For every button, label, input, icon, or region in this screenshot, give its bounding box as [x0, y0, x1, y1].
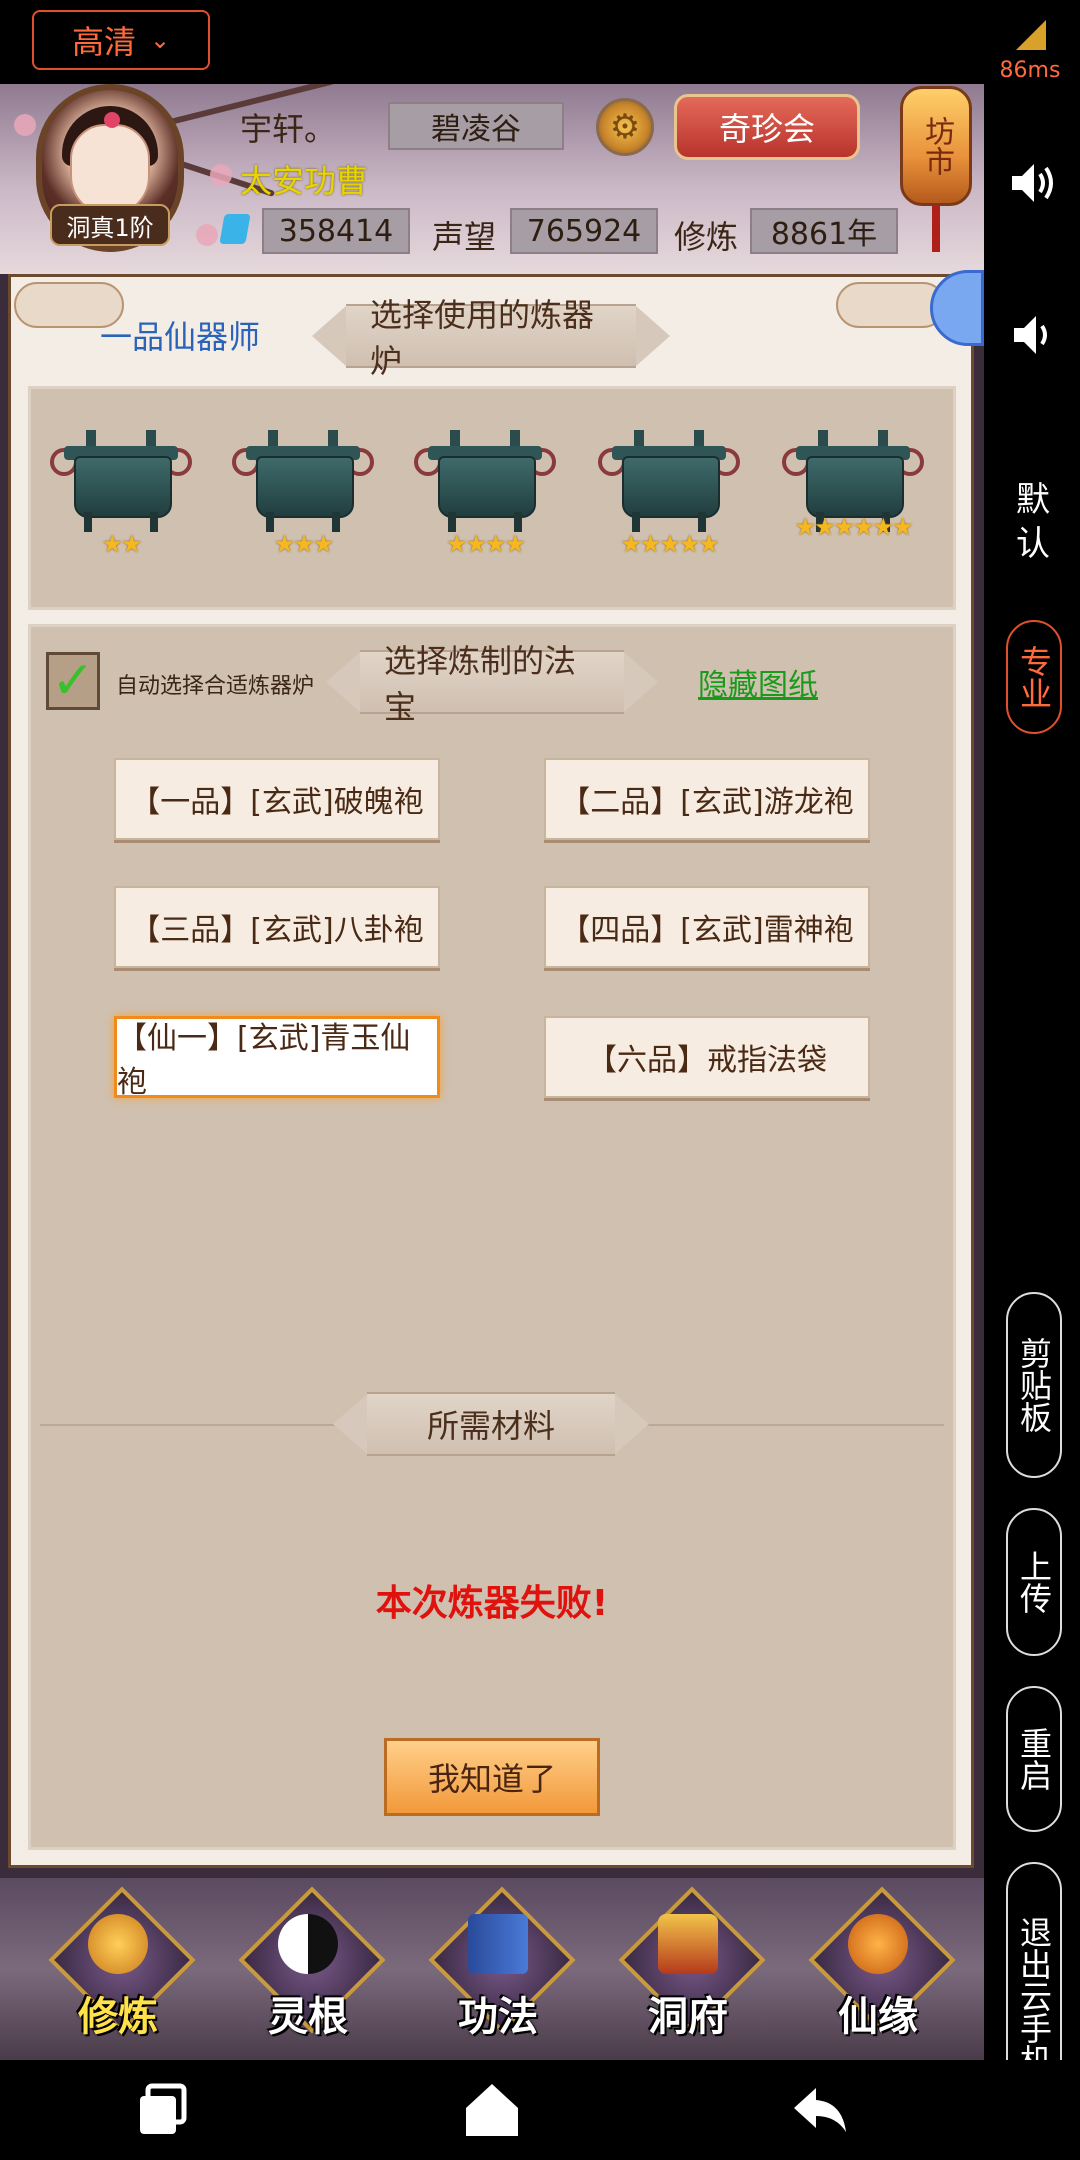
- recipe-button-4[interactable]: 【四品】[玄武]雷神袍: [544, 886, 870, 968]
- furnace-body: [806, 456, 904, 518]
- nav-label: 灵根: [268, 1994, 348, 2040]
- furnace-stars: ★★★★: [445, 530, 526, 558]
- blossom-decoration: [196, 224, 218, 246]
- nav-spirit-root-button[interactable]: 灵根: [238, 1886, 386, 2040]
- player-name: 宇轩。: [240, 110, 337, 148]
- game-bottom-nav: 修炼 灵根 功法 洞府 仙缘: [0, 1878, 984, 2060]
- volume-up-icon[interactable]: [1006, 156, 1060, 210]
- furnace-leg: [266, 512, 274, 532]
- nav-label: 仙缘: [838, 1994, 918, 2040]
- location-label: 碧凌谷: [388, 102, 564, 150]
- furnace-leg: [84, 512, 92, 532]
- mode-pro-button[interactable]: 专业: [1006, 620, 1062, 734]
- furnace-leg: [150, 512, 158, 532]
- nav-label: 修炼: [78, 1994, 158, 2040]
- furnace-leg: [332, 512, 340, 532]
- recipe-button-1[interactable]: 【一品】[玄武]破魄袍: [114, 758, 440, 840]
- furnace-body: [256, 456, 354, 518]
- recipe-title-text: 选择炼制的法宝: [360, 642, 624, 726]
- furnace-leg: [698, 512, 706, 532]
- settings-gear-icon[interactable]: ⚙: [596, 98, 654, 156]
- furnace-stars: ★★★: [273, 530, 335, 558]
- furnace-1[interactable]: ★★: [50, 426, 192, 566]
- materials-title-text: 所需材料: [366, 1392, 615, 1456]
- player-title: 太安功曹: [240, 162, 369, 200]
- back-icon[interactable]: [790, 2080, 850, 2140]
- nav-cave-button[interactable]: 洞府: [618, 1886, 766, 2040]
- blossom-decoration: [14, 114, 36, 136]
- nav-techniques-button[interactable]: 功法: [428, 1886, 576, 2040]
- nav-label: 功法: [458, 1994, 538, 2040]
- acknowledge-button[interactable]: 我知道了: [384, 1738, 600, 1816]
- auto-select-checkbox[interactable]: ✓: [46, 651, 100, 711]
- quality-label: 高清: [71, 23, 136, 61]
- recipe-button-6[interactable]: 【六品】戒指法袋: [544, 1016, 870, 1098]
- nav-label: 洞府: [648, 1994, 728, 2040]
- rank-badge: 洞真1阶: [50, 204, 170, 246]
- furnace-body: [74, 456, 172, 518]
- lantern-tassel: [932, 206, 940, 252]
- furnace-body: [438, 456, 536, 518]
- avatar-jewel: [104, 112, 120, 128]
- avatar-face: [70, 124, 150, 216]
- furnace-2[interactable]: ★★★: [232, 426, 374, 566]
- player-header: 洞真1阶 宇轩。 太安功曹 碧凌谷 ⚙ 奇珍会 坊市 358414 声望 765…: [0, 84, 984, 274]
- chevron-right-ornament: [636, 306, 670, 366]
- furnace-stars: ★★★★★★: [794, 513, 913, 541]
- reputation-value: 765924: [510, 208, 658, 254]
- auto-select-label: 自动选择合适炼器炉: [116, 674, 315, 699]
- blossom-decoration: [210, 164, 232, 186]
- furnace-title-text: 选择使用的炼器炉: [346, 296, 636, 380]
- furnace-section-title: 选择使用的炼器炉: [312, 296, 670, 380]
- chevron-left-ornament: [332, 1394, 367, 1454]
- hide-blueprints-link[interactable]: 隐藏图纸: [698, 660, 818, 704]
- spirit-stone-icon: [219, 214, 251, 244]
- upload-button[interactable]: 上传: [1006, 1508, 1062, 1656]
- clipboard-button[interactable]: 剪贴板: [1006, 1292, 1062, 1478]
- mode-default-button[interactable]: 默认: [1003, 478, 1063, 566]
- cultivation-years: 8861年: [750, 208, 898, 254]
- recent-apps-icon[interactable]: [134, 2080, 194, 2140]
- spirit-stone-count: 358414: [262, 208, 410, 254]
- recipe-button-5[interactable]: 【仙一】[玄武]青玉仙袍: [114, 1016, 440, 1100]
- chevron-left-ornament: [326, 652, 360, 712]
- yin-yang-icon: [278, 1914, 338, 1974]
- forging-result-message: 本次炼器失败!: [375, 1583, 609, 1624]
- materials-section-title: 所需材料: [312, 1392, 670, 1456]
- furnace-4[interactable]: ★★★★★: [598, 426, 740, 566]
- cultivation-label: 修炼: [674, 218, 739, 256]
- checkmark-icon: ✓: [51, 651, 95, 711]
- book-icon: [468, 1914, 528, 1974]
- chevron-down-icon: ⌄: [149, 26, 171, 54]
- pagoda-icon: [658, 1914, 718, 1974]
- latency-readout: 86ms: [999, 58, 1061, 83]
- recipe-section-title: 选择炼制的法宝: [326, 642, 658, 726]
- signal-icon: [1016, 20, 1046, 50]
- furnace-stars: ★★★★★: [620, 530, 720, 558]
- chevron-left-ornament: [312, 306, 346, 366]
- restart-button[interactable]: 重启: [1006, 1686, 1062, 1832]
- reputation-label: 声望: [432, 218, 497, 256]
- furnace-leg: [448, 512, 456, 532]
- gourd-icon: [848, 1914, 908, 1974]
- furnace-5[interactable]: ★★★★★★: [782, 426, 924, 566]
- cultivate-icon: [88, 1914, 148, 1974]
- home-icon[interactable]: [462, 2080, 522, 2140]
- treasure-auction-button[interactable]: 奇珍会: [674, 94, 860, 160]
- furnace-leg: [632, 512, 640, 532]
- volume-down-icon[interactable]: [1006, 308, 1060, 362]
- recipe-button-2[interactable]: 【二品】[玄武]游龙袍: [544, 758, 870, 840]
- furnace-stars: ★★: [101, 530, 142, 558]
- furnace-leg: [514, 512, 522, 532]
- furnace-3[interactable]: ★★★★: [414, 426, 556, 566]
- crafter-rank-label: 一品仙器师: [100, 318, 261, 356]
- market-lantern-button[interactable]: 坊市: [900, 86, 972, 206]
- chevron-right-ornament: [615, 1394, 649, 1454]
- furnace-body: [622, 456, 720, 518]
- chevron-right-ornament: [624, 652, 658, 712]
- nav-cultivate-button[interactable]: 修炼: [48, 1886, 196, 2040]
- recipe-button-3[interactable]: 【三品】[玄武]八卦袍: [114, 886, 440, 968]
- nav-fate-button[interactable]: 仙缘: [808, 1886, 956, 2040]
- quality-dropdown[interactable]: 高清 ⌄: [32, 10, 210, 70]
